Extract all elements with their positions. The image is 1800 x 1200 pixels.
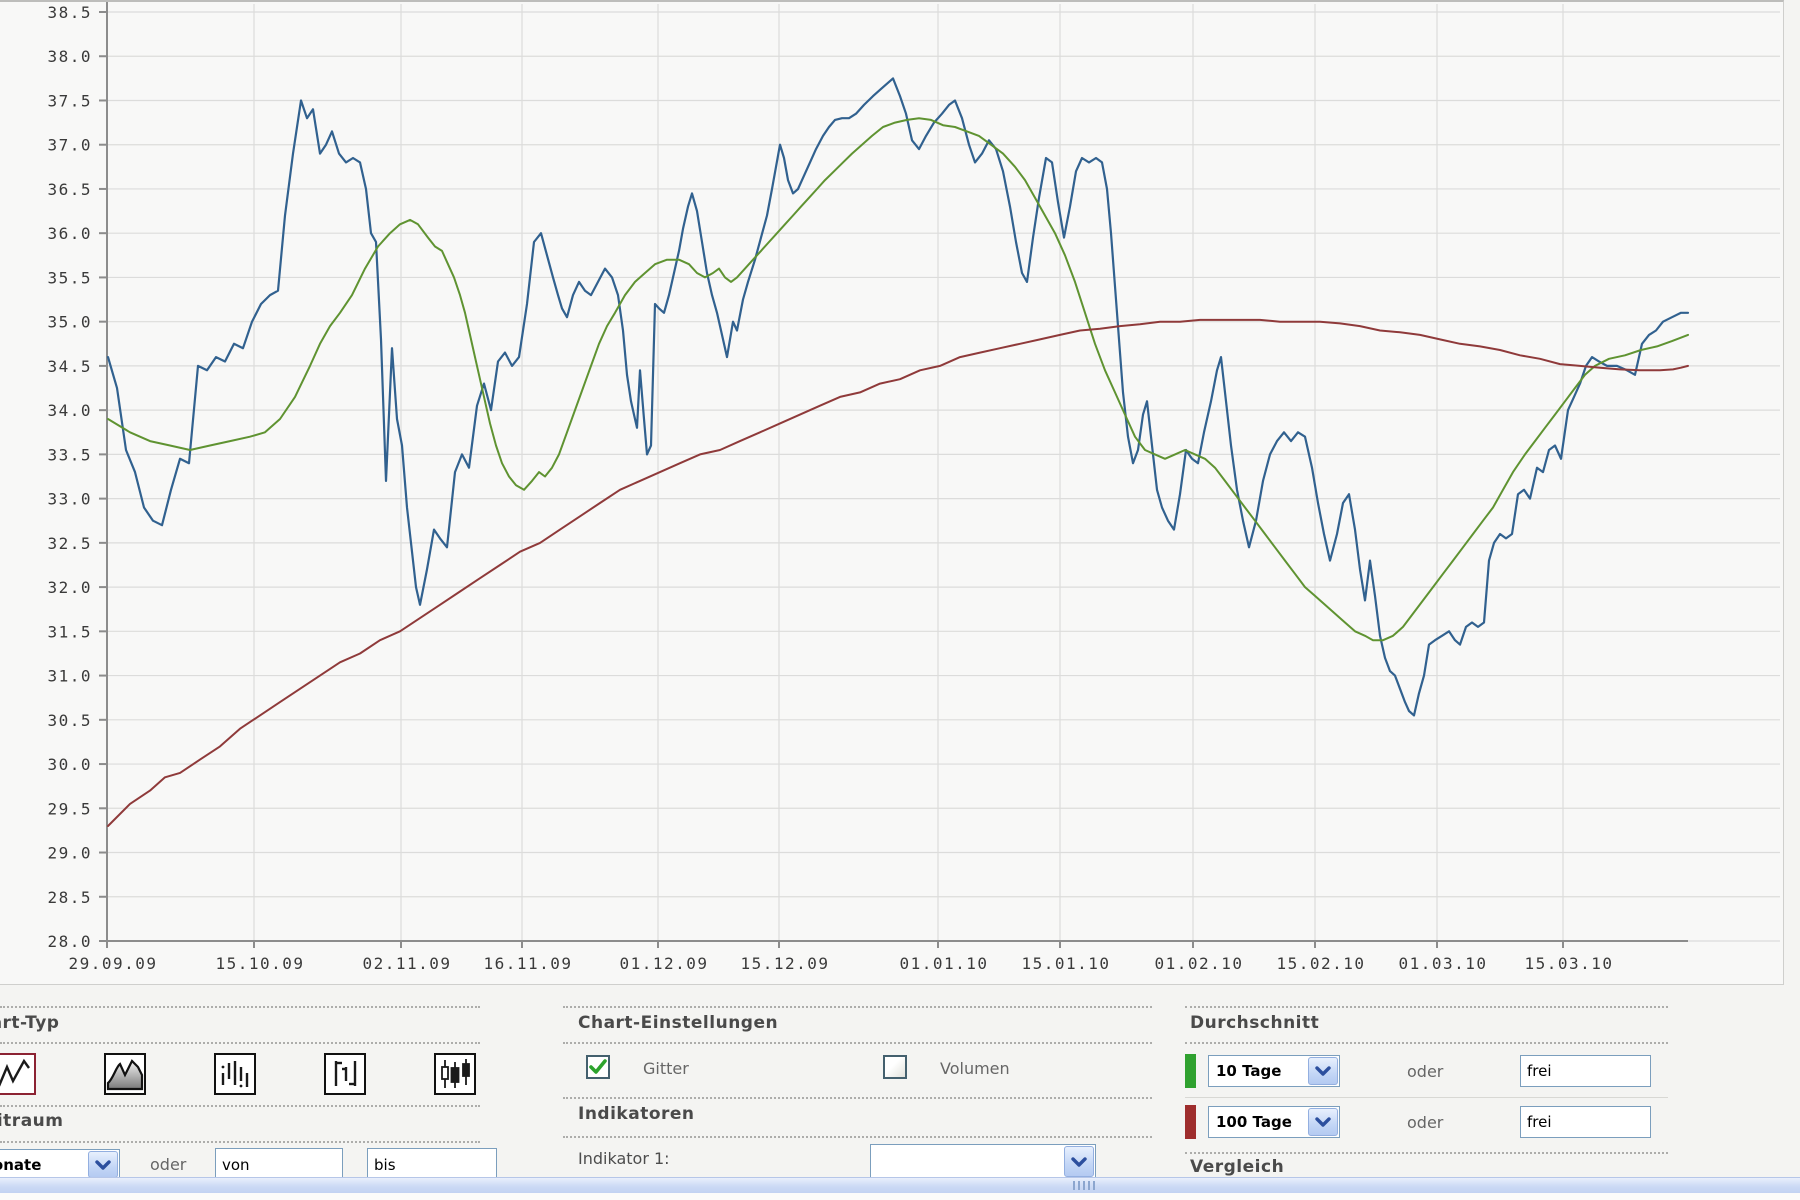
svg-text:38.0: 38.0 xyxy=(47,47,92,66)
oder-label: oder xyxy=(1407,1062,1443,1081)
chevron-down-icon xyxy=(1308,1108,1338,1136)
svg-text:34.5: 34.5 xyxy=(47,357,92,376)
volumen-label: Volumen xyxy=(940,1059,1010,1078)
svg-text:32.0: 32.0 xyxy=(47,578,92,597)
chevron-down-icon xyxy=(1308,1057,1338,1085)
svg-text:33.5: 33.5 xyxy=(47,445,92,464)
svg-text:36.5: 36.5 xyxy=(47,180,92,199)
horizontal-scrollbar[interactable] xyxy=(0,1177,1800,1193)
divider xyxy=(0,1042,480,1044)
svg-text:29.5: 29.5 xyxy=(47,799,92,818)
svg-text:28.0: 28.0 xyxy=(47,932,92,951)
ma10-select[interactable]: 10 Tage xyxy=(1208,1055,1340,1087)
svg-text:34.0: 34.0 xyxy=(47,401,92,420)
svg-text:35.0: 35.0 xyxy=(47,313,92,332)
svg-text:37.0: 37.0 xyxy=(47,136,92,155)
price-chart: 28.0 28.5 29.0 29.5 30.0 30.5 31.0 31.5 32.0 32.5… xyxy=(0,2,1783,982)
svg-text:01.02.10: 01.02.10 xyxy=(1154,954,1243,973)
chart-type-bar-icon[interactable] xyxy=(214,1053,256,1095)
gitter-label: Gitter xyxy=(643,1059,689,1078)
durchschnitt-heading: Durchschnitt xyxy=(1190,1013,1319,1033)
svg-text:36.0: 36.0 xyxy=(47,224,92,243)
svg-text:35.5: 35.5 xyxy=(47,268,92,287)
chart-einstellungen-heading: Chart-Einstellungen xyxy=(578,1013,778,1033)
svg-text:31.0: 31.0 xyxy=(47,667,92,686)
chart-panel: 28.0 28.5 29.0 29.5 30.0 30.5 31.0 31.5 32.0 32.5… xyxy=(0,0,1784,985)
divider xyxy=(563,1136,1152,1138)
svg-text:30.0: 30.0 xyxy=(47,755,92,774)
svg-text:15.02.10: 15.02.10 xyxy=(1276,954,1365,973)
divider xyxy=(1185,1006,1668,1008)
svg-text:01.01.10: 01.01.10 xyxy=(899,954,988,973)
divider xyxy=(563,1006,1152,1008)
svg-text:02.11.09: 02.11.09 xyxy=(362,954,451,973)
divider xyxy=(0,1006,480,1008)
chevron-down-icon xyxy=(1064,1146,1094,1177)
svg-text:30.5: 30.5 xyxy=(47,711,92,730)
divider xyxy=(563,1097,1152,1099)
vergleich-heading: Vergleich xyxy=(1190,1157,1284,1177)
zeitraum-heading: Zeitraum xyxy=(0,1111,63,1131)
divider xyxy=(1185,1097,1668,1098)
ma10-color-swatch xyxy=(1185,1054,1196,1088)
ma100-frei-input[interactable] xyxy=(1520,1106,1651,1138)
svg-text:16.11.09: 16.11.09 xyxy=(483,954,572,973)
monate-select[interactable]: Monate xyxy=(0,1149,120,1180)
svg-text:29.09.09: 29.09.09 xyxy=(68,954,157,973)
svg-text:28.5: 28.5 xyxy=(47,888,92,907)
svg-text:15.10.09: 15.10.09 xyxy=(215,954,304,973)
oder-label: oder xyxy=(1407,1113,1443,1132)
svg-text:01.12.09: 01.12.09 xyxy=(619,954,708,973)
svg-text:15.12.09: 15.12.09 xyxy=(740,954,829,973)
divider xyxy=(0,1141,480,1143)
chart-type-candlestick-icon[interactable] xyxy=(434,1053,476,1095)
chevron-down-icon xyxy=(88,1151,118,1178)
checkmark-icon xyxy=(589,1059,607,1075)
oder-label: oder xyxy=(150,1155,186,1174)
svg-text:15.03.10: 15.03.10 xyxy=(1524,954,1613,973)
svg-text:15.01.10: 15.01.10 xyxy=(1021,954,1110,973)
divider xyxy=(1185,1152,1668,1154)
indikatoren-heading: Indikatoren xyxy=(578,1104,695,1124)
svg-text:31.5: 31.5 xyxy=(47,622,92,641)
svg-text:37.5: 37.5 xyxy=(47,91,92,110)
chart-type-line-icon[interactable] xyxy=(0,1053,36,1095)
chart-controls: Chart-Typ xyxy=(0,983,1800,1177)
ma10-frei-input[interactable] xyxy=(1520,1055,1651,1087)
ma100-color-swatch xyxy=(1185,1105,1196,1139)
scrollbar-grip-icon[interactable] xyxy=(1073,1181,1095,1190)
svg-text:32.5: 32.5 xyxy=(47,534,92,553)
divider xyxy=(1185,1042,1668,1044)
chart-type-mountain-icon[interactable] xyxy=(104,1053,146,1095)
divider xyxy=(563,1042,1152,1044)
indikator1-label: Indikator 1: xyxy=(578,1149,670,1168)
chart-type-ohlc-icon[interactable] xyxy=(324,1053,366,1095)
divider xyxy=(0,1105,480,1107)
volumen-checkbox[interactable] xyxy=(883,1055,907,1079)
page-bottom-strip xyxy=(0,1193,1800,1200)
ma100-select[interactable]: 100 Tage xyxy=(1208,1106,1340,1138)
svg-text:01.03.10: 01.03.10 xyxy=(1398,954,1487,973)
svg-text:29.0: 29.0 xyxy=(47,844,92,863)
chart-typ-heading: Chart-Typ xyxy=(0,1013,59,1033)
gitter-checkbox[interactable] xyxy=(586,1055,610,1079)
svg-text:33.0: 33.0 xyxy=(47,490,92,509)
indikator1-select[interactable] xyxy=(870,1144,1096,1179)
svg-text:38.5: 38.5 xyxy=(47,3,92,22)
